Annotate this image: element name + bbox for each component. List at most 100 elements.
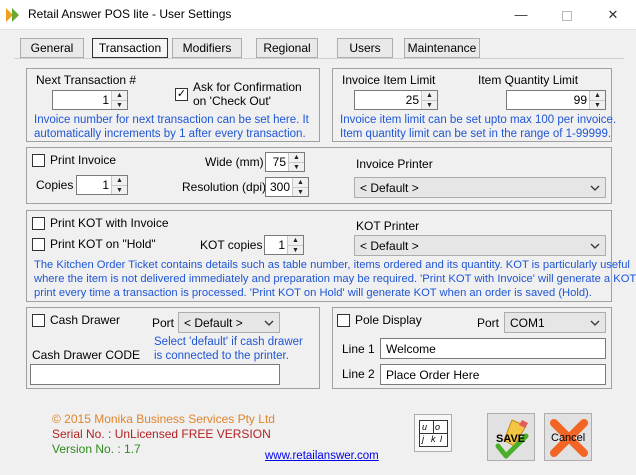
next-transaction-note-2: automatically increments by 1 after ever… [34,128,306,140]
wide-mm-stepper[interactable]: 75 ▲ ▼ [265,152,305,172]
print-invoice-label: Print Invoice [50,153,117,167]
keyboard-key: k [431,434,436,444]
resolution-dpi-label: Resolution (dpi) [182,180,267,194]
next-transaction-value: 1 [102,93,109,107]
window-title: Retail Answer POS lite - User Settings [28,7,232,21]
spin-down-icon[interactable]: ▼ [289,162,304,171]
keyboard-key: u [422,422,428,432]
maximize-button[interactable] [544,0,590,30]
line1-input[interactable]: Welcome [380,338,606,359]
serial-number-text: Serial No. : UnLicensed FREE VERSION [52,427,271,441]
minimize-button[interactable]: — [498,0,544,30]
chevron-down-icon [590,243,600,249]
close-button[interactable]: ✕ [590,0,636,30]
next-transaction-stepper[interactable]: 1 ▲ ▼ [52,90,128,110]
item-quantity-limit-stepper[interactable]: 99 ▲ ▼ [506,90,606,110]
item-quantity-limit-value: 99 [573,93,587,107]
cash-drawer-code-input[interactable] [30,364,280,385]
limits-note: Invoice item limit can be set upto max 1… [340,114,617,126]
invoice-printer-select[interactable]: < Default > [354,177,606,198]
resolution-dpi-value: 300 [269,180,290,194]
resolution-dpi-stepper[interactable]: 300 ▲ ▼ [265,177,309,197]
confirm-checkout-label: Ask for Confirmation [193,80,302,94]
kot-copies-stepper[interactable]: 1 ▲ ▼ [264,235,304,255]
chevron-down-icon [264,320,274,326]
kot-printer-value: < Default > [360,239,419,253]
tab-maintenance[interactable]: Maintenance [404,38,480,58]
next-transaction-label: Next Transaction # [36,73,137,87]
cash-drawer-port-select[interactable]: < Default > [178,312,280,333]
kot-note-3: print every time a transaction is proces… [34,287,592,299]
pole-display-checkbox[interactable] [337,314,350,327]
pole-display-port-value: COM1 [510,316,545,330]
print-invoice-checkbox[interactable] [32,154,45,167]
keyboard-icon: u o j k l [419,420,448,447]
keyboard-key: o [435,422,441,432]
line2-label: Line 2 [342,367,375,381]
kot-printer-select[interactable]: < Default > [354,235,606,256]
save-label: SAVE [496,433,526,445]
tab-users[interactable]: Users [337,38,393,58]
wide-mm-label: Wide (mm) [205,155,264,169]
cash-drawer-note-2: is connected to the printer. [154,350,289,362]
print-kot-with-invoice-label: Print KOT with Invoice [50,216,169,230]
spin-down-icon[interactable]: ▼ [590,100,605,109]
cash-drawer-note: Select 'default' if cash drawer [154,336,303,348]
next-transaction-note: Invoice number for next transaction can … [34,114,309,126]
spin-down-icon[interactable]: ▼ [112,100,127,109]
cash-drawer-code-label: Cash Drawer CODE [32,348,141,362]
spin-up-icon[interactable]: ▲ [112,176,127,185]
copyright-text: © 2015 Monika Business Services Pty Ltd [52,412,275,426]
save-button[interactable]: SAVE [487,413,535,461]
print-kot-on-hold-checkbox[interactable] [32,238,45,251]
cash-drawer-checkbox[interactable] [32,314,45,327]
line2-input[interactable]: Place Order Here [380,364,606,385]
cash-drawer-port-value: < Default > [184,316,243,330]
wide-mm-value: 75 [272,155,286,169]
invoice-item-limit-stepper[interactable]: 25 ▲ ▼ [354,90,438,110]
spin-down-icon[interactable]: ▼ [422,100,437,109]
invoice-copies-stepper[interactable]: 1 ▲ ▼ [76,175,128,195]
print-kot-with-invoice-checkbox[interactable] [32,217,45,230]
pole-display-port-label: Port [477,316,500,330]
cash-drawer-port-label: Port [152,316,175,330]
invoice-item-limit-value: 25 [405,93,419,107]
print-kot-on-hold-label: Print KOT on "Hold" [50,237,156,251]
website-link[interactable]: www.retailanswer.com [265,450,379,462]
spin-down-icon[interactable]: ▼ [288,245,303,254]
spin-up-icon[interactable]: ▲ [112,91,127,100]
copies-label: Copies [36,178,74,192]
version-text: Version No. : 1.7 [52,442,141,456]
confirm-checkout-checkbox[interactable]: ✓ [175,88,188,101]
invoice-printer-value: < Default > [360,181,419,195]
kot-note-2: where the item is not delivered immediat… [34,273,636,285]
pole-display-port-select[interactable]: COM1 [504,312,606,333]
cancel-label: Cancel [551,432,586,444]
invoice-item-limit-label: Invoice Item Limit [342,73,436,87]
kot-note: The Kitchen Order Ticket contains detail… [34,259,630,271]
invoice-printer-label: Invoice Printer [356,157,433,171]
tab-general[interactable]: General [20,38,84,58]
item-quantity-limit-label: Item Quantity Limit [478,73,579,87]
tab-strip [14,58,624,59]
tab-modifiers[interactable]: Modifiers [172,38,242,58]
spin-down-icon[interactable]: ▼ [112,185,127,194]
cash-drawer-label: Cash Drawer [50,313,121,327]
cancel-button[interactable]: Cancel [544,413,592,461]
confirm-checkout-label-2: on 'Check Out' [193,94,271,108]
pole-display-label: Pole Display [355,313,422,327]
spin-up-icon[interactable]: ▲ [293,178,308,187]
keyboard-key: l [440,434,442,444]
spin-down-icon[interactable]: ▼ [293,187,308,196]
line1-value: Welcome [386,342,436,356]
keyboard-key: j [422,434,424,444]
line1-label: Line 1 [342,342,375,356]
spin-up-icon[interactable]: ▲ [288,236,303,245]
spin-up-icon[interactable]: ▲ [422,91,437,100]
maximize-icon [562,10,572,21]
virtual-keyboard-button[interactable]: u o j k l [414,414,452,452]
spin-up-icon[interactable]: ▲ [590,91,605,100]
spin-up-icon[interactable]: ▲ [289,153,304,162]
tab-transaction[interactable]: Transaction [92,38,168,58]
tab-regional[interactable]: Regional [256,38,318,58]
